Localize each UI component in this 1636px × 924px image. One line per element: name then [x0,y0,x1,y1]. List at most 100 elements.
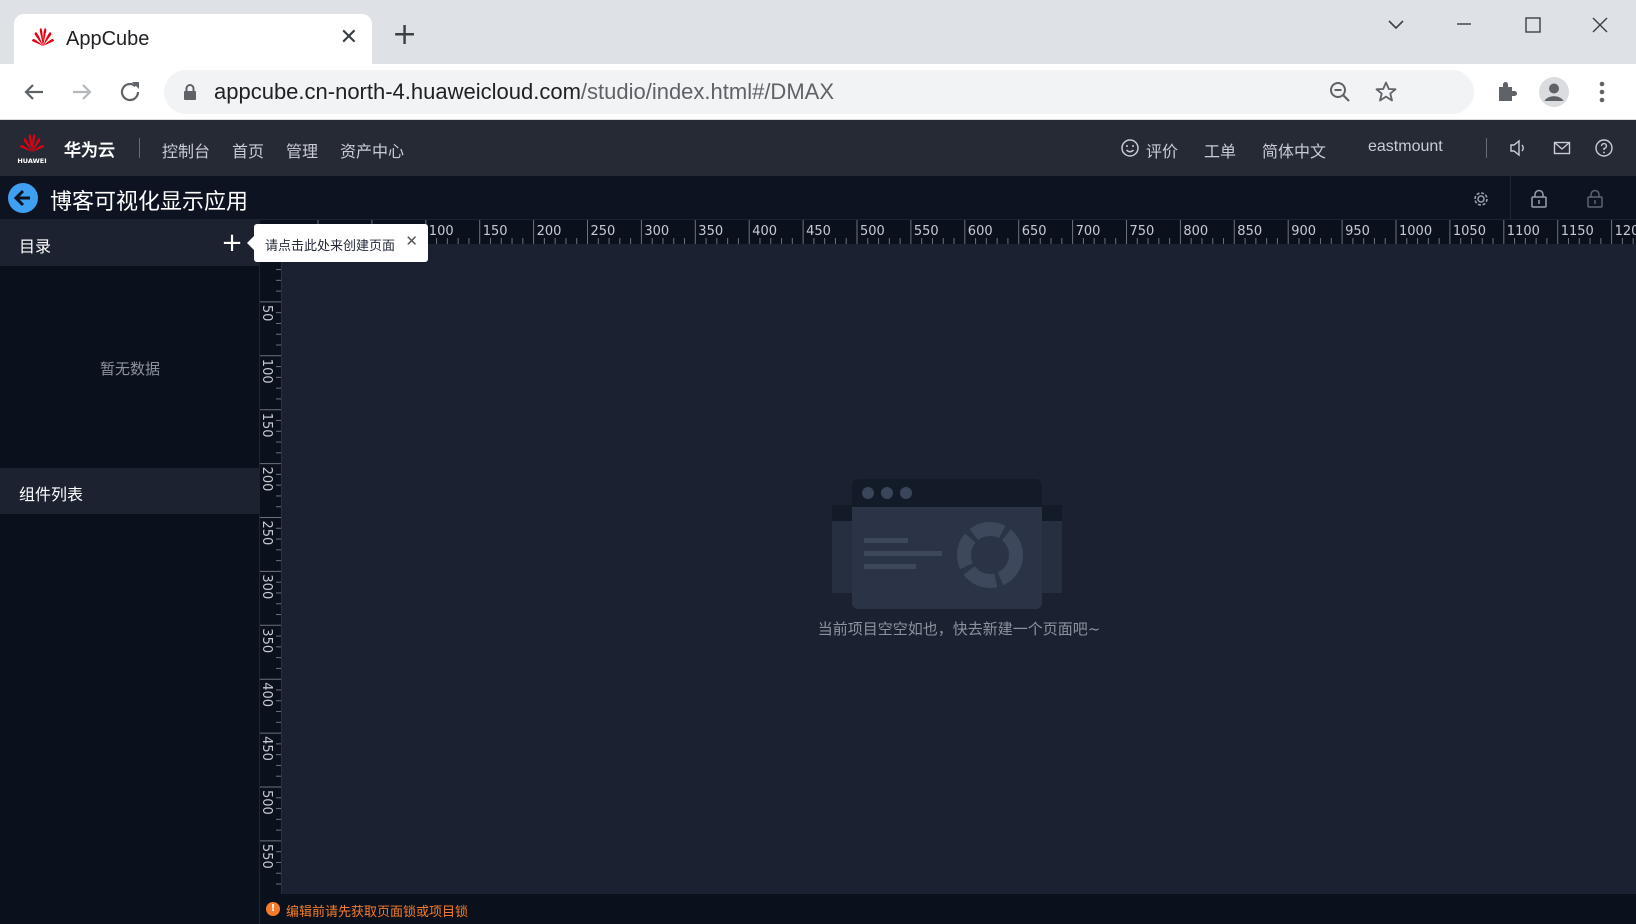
header-divider [139,138,140,158]
tooltip-close-icon[interactable]: ✕ [405,233,418,249]
nav-assets[interactable]: 资产中心 [340,138,404,162]
vertical-ruler: 050100150200250300350400450500550 [260,244,282,894]
smile-icon[interactable] [1120,138,1140,158]
h-ruler-label: 1050 [1453,224,1486,239]
window-close-icon[interactable] [1580,10,1620,40]
v-ruler-label: 400 [260,682,274,707]
app-title: 博客可视化显示应用 [50,190,249,215]
help-icon[interactable] [1594,138,1614,158]
v-ruler-label: 500 [260,790,274,815]
h-ruler-label: 850 [1237,224,1262,239]
tab-search-icon[interactable] [1376,10,1416,40]
v-ruler-label: 550 [260,844,274,869]
url-text[interactable]: appcube.cn-north-4.huaweicloud.com/studi… [214,79,834,105]
url-path: /studio/index.html#/DMAX [580,79,834,104]
h-ruler-label: 550 [914,224,939,239]
brand-name[interactable]: 华为云 [64,136,115,161]
back-button[interactable] [8,183,38,213]
nav-manage[interactable]: 管理 [286,138,318,162]
rate-link[interactable]: 评价 [1146,138,1178,162]
v-ruler-label: 350 [260,628,274,653]
ticket-link[interactable]: 工单 [1204,138,1236,162]
h-ruler-label: 1100 [1507,224,1540,239]
v-ruler-label: 150 [260,413,274,438]
new-tab-button[interactable]: + [392,20,417,50]
catalog-label: 目录 [19,237,52,256]
profile-icon[interactable] [1538,76,1570,108]
v-ruler-label: 100 [260,359,274,384]
v-ruler-label: 300 [260,574,274,599]
h-ruler-label: 250 [591,224,616,239]
minimize-icon[interactable] [1444,10,1484,40]
username[interactable]: eastmount [1368,138,1443,156]
h-ruler-label: 1200 [1615,224,1636,239]
star-icon[interactable] [1374,80,1398,104]
horizontal-ruler-scale: 0501001502002503003504004505005506006507… [317,220,1636,244]
forward-icon[interactable] [66,76,98,108]
h-ruler-label: 500 [860,224,885,239]
h-ruler-label: 950 [1345,224,1370,239]
huawei-logo-icon[interactable]: HUAWEI [16,130,48,166]
catalog-header: 目录 + [0,220,260,266]
address-bar[interactable]: appcube.cn-north-4.huaweicloud.com/studi… [164,70,1474,114]
speaker-icon[interactable] [1508,138,1528,158]
header-divider [1486,138,1487,158]
create-page-tooltip: 请点击此处来创建页面 ✕ [247,224,428,262]
language-select[interactable]: 简体中文 [1262,138,1326,162]
browser-tab[interactable]: AppCube ✕ [14,14,372,64]
nav-home[interactable]: 首页 [232,138,264,162]
h-ruler-label: 600 [968,224,993,239]
h-ruler-label: 350 [698,224,723,239]
menu-icon[interactable] [1586,76,1618,108]
h-ruler-label: 400 [752,224,777,239]
lock-warning-text: 编辑前请先获取页面锁或项目锁 [286,905,469,920]
huawei-logo-icon [32,28,54,46]
h-ruler-label: 900 [1291,224,1316,239]
tooltip-text: 请点击此处来创建页面 [265,239,396,254]
components-header[interactable]: 组件列表 [0,468,260,514]
browser-toolbar: appcube.cn-north-4.huaweicloud.com/studi… [0,64,1636,120]
tab-title: AppCube [66,28,150,50]
reload-icon[interactable] [114,76,146,108]
empty-canvas-message: 当前项目空空如也，快去新建一个页面吧~ [817,620,1101,638]
status-bar: ! 编辑前请先获取页面锁或项目锁 [260,894,1636,924]
app-header: HUAWEI 华为云 控制台 首页 管理 资产中心 评价 工单 简体中文 eas… [0,120,1636,176]
h-ruler-label: 750 [1130,224,1155,239]
h-ruler-label: 1000 [1399,224,1432,239]
add-page-button[interactable]: + [220,228,244,258]
extensions-icon[interactable] [1490,76,1522,108]
settings-gear-icon[interactable] [1470,188,1492,210]
app-title-bar: 博客可视化显示应用 [0,176,1636,220]
empty-page-illustration-icon [832,479,1062,609]
browser-tab-strip: AppCube ✕ + [0,0,1636,64]
project-lock-icon[interactable] [1584,188,1606,210]
svg-text:HUAWEI: HUAWEI [17,157,46,165]
zoom-icon[interactable] [1328,80,1352,104]
components-label: 组件列表 [19,485,84,504]
h-ruler-label: 200 [537,224,562,239]
tab-close-icon[interactable]: ✕ [340,26,358,50]
catalog-empty-text: 暂无数据 [99,360,160,378]
h-ruler-label: 100 [429,224,454,239]
page-lock-icon[interactable] [1528,188,1550,210]
v-ruler-label: 250 [260,521,274,546]
back-icon[interactable] [18,76,50,108]
title-bar-divider [1510,176,1511,220]
h-ruler-label: 650 [1022,224,1047,239]
h-ruler-label: 700 [1076,224,1101,239]
h-ruler-label: 300 [644,224,669,239]
vertical-ruler-scale: 050100150200250300350400450500550 [260,247,281,885]
h-ruler-label: 150 [483,224,508,239]
h-ruler-label: 1150 [1561,224,1594,239]
arrow-left-icon [13,189,30,207]
nav-console[interactable]: 控制台 [162,138,210,162]
horizontal-ruler: 0501001502002503003504004505005506006507… [260,220,1636,244]
design-canvas[interactable]: 当前项目空空如也，快去新建一个页面吧~ [282,244,1636,894]
h-ruler-label: 800 [1183,224,1208,239]
v-ruler-label: 450 [260,736,274,761]
mail-icon[interactable] [1552,138,1572,158]
warning-icon: ! [266,902,280,916]
lock-icon[interactable] [180,82,200,102]
maximize-icon[interactable] [1512,10,1552,40]
url-host: appcube.cn-north-4.huaweicloud.com [214,79,581,104]
